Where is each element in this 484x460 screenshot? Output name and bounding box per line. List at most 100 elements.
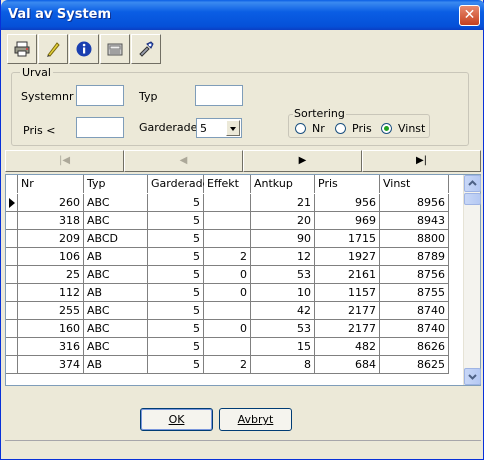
info-button[interactable] — [69, 34, 99, 64]
cell-antkup[interactable]: 53 — [251, 320, 315, 338]
cell-antkup[interactable]: 53 — [251, 266, 315, 284]
cell-antkup[interactable]: 12 — [251, 248, 315, 266]
cell-typ[interactable]: ABC — [84, 194, 148, 212]
table-row[interactable]: 209 ABCD 5 90 1715 8800 — [18, 230, 449, 248]
row-selector[interactable] — [6, 338, 18, 356]
cell-vinst[interactable]: 8943 — [380, 212, 449, 230]
cell-pris[interactable]: 1715 — [315, 230, 380, 248]
cell-nr[interactable]: 160 — [18, 320, 84, 338]
cell-garderade[interactable]: 5 — [148, 212, 204, 230]
nav-prev-button[interactable]: ◀ — [124, 150, 243, 172]
cell-effekt[interactable]: 2 — [204, 248, 251, 266]
table-row[interactable]: 255 ABC 5 42 2177 8740 — [18, 302, 449, 320]
cell-effekt[interactable]: 2 — [204, 356, 251, 374]
cell-vinst[interactable]: 8740 — [380, 302, 449, 320]
cell-pris[interactable]: 684 — [315, 356, 380, 374]
cell-vinst[interactable]: 8755 — [380, 284, 449, 302]
row-selector[interactable] — [6, 212, 18, 230]
tools-button[interactable] — [131, 34, 161, 64]
cell-garderade[interactable]: 5 — [148, 248, 204, 266]
table-row[interactable]: 316 ABC 5 15 482 8626 — [18, 338, 449, 356]
sort-radio-nr[interactable] — [295, 123, 306, 134]
cell-pris[interactable]: 1927 — [315, 248, 380, 266]
cell-antkup[interactable]: 10 — [251, 284, 315, 302]
cell-nr[interactable]: 318 — [18, 212, 84, 230]
cell-effekt[interactable]: 0 — [204, 284, 251, 302]
cell-vinst[interactable]: 8956 — [380, 194, 449, 212]
current-row-indicator-icon[interactable] — [6, 194, 18, 212]
table-row[interactable]: 112 AB 5 0 10 1157 8755 — [18, 284, 449, 302]
cell-garderade[interactable]: 5 — [148, 338, 204, 356]
cell-vinst[interactable]: 8626 — [380, 338, 449, 356]
cell-antkup[interactable]: 42 — [251, 302, 315, 320]
cell-garderade[interactable]: 5 — [148, 230, 204, 248]
cell-pris[interactable]: 2161 — [315, 266, 380, 284]
cell-pris[interactable]: 969 — [315, 212, 380, 230]
table-row[interactable]: 260 ABC 5 21 956 8956 — [18, 194, 449, 212]
row-selector[interactable] — [6, 356, 18, 374]
row-selector[interactable] — [6, 284, 18, 302]
table-row[interactable]: 25 ABC 5 0 53 2161 8756 — [18, 266, 449, 284]
cell-vinst[interactable]: 8756 — [380, 266, 449, 284]
cell-typ[interactable]: ABC — [84, 338, 148, 356]
row-selector[interactable] — [6, 248, 18, 266]
sort-radio-pris[interactable] — [335, 123, 346, 134]
cell-garderade[interactable]: 5 — [148, 284, 204, 302]
systems-grid[interactable]: Nr Typ Garderade Effekt Antkup Pris Vins… — [5, 174, 481, 386]
cell-pris[interactable]: 482 — [315, 338, 380, 356]
cell-typ[interactable]: ABC — [84, 320, 148, 338]
cell-antkup[interactable]: 90 — [251, 230, 315, 248]
close-button[interactable]: ✕ — [459, 5, 480, 26]
cell-nr[interactable]: 316 — [18, 338, 84, 356]
cell-nr[interactable]: 374 — [18, 356, 84, 374]
pris-input[interactable] — [76, 117, 124, 138]
cell-vinst[interactable]: 8625 — [380, 356, 449, 374]
column-header-antkup[interactable]: Antkup — [251, 175, 315, 193]
chevron-down-icon[interactable] — [226, 120, 240, 136]
row-selector[interactable] — [6, 302, 18, 320]
column-header-nr[interactable]: Nr — [18, 175, 84, 193]
cell-garderade[interactable]: 5 — [148, 266, 204, 284]
cell-typ[interactable]: AB — [84, 248, 148, 266]
scroll-thumb[interactable] — [464, 193, 481, 205]
vertical-scrollbar[interactable] — [463, 175, 481, 385]
table-row[interactable]: 160 ABC 5 0 53 2177 8740 — [18, 320, 449, 338]
calculate-button[interactable] — [100, 34, 130, 64]
cell-antkup[interactable]: 15 — [251, 338, 315, 356]
cell-antkup[interactable]: 8 — [251, 356, 315, 374]
table-row[interactable]: 318 ABC 5 20 969 8943 — [18, 212, 449, 230]
cell-effekt[interactable] — [204, 302, 251, 320]
table-row[interactable]: 106 AB 5 2 12 1927 8789 — [18, 248, 449, 266]
cell-typ[interactable]: AB — [84, 284, 148, 302]
sort-radio-vinst[interactable] — [381, 123, 392, 134]
typ-input[interactable] — [195, 85, 243, 106]
cell-antkup[interactable]: 21 — [251, 194, 315, 212]
cancel-button[interactable]: Avbryt — [219, 408, 292, 431]
nav-last-button[interactable]: ▶| — [362, 150, 481, 172]
cell-garderade[interactable]: 5 — [148, 320, 204, 338]
cell-nr[interactable]: 106 — [18, 248, 84, 266]
cell-garderade[interactable]: 5 — [148, 302, 204, 320]
garderade-select[interactable]: 5 — [196, 118, 242, 138]
cell-typ[interactable]: ABCD — [84, 230, 148, 248]
cell-vinst[interactable]: 8800 — [380, 230, 449, 248]
table-row[interactable]: 374 AB 5 2 8 684 8625 — [18, 356, 449, 374]
cell-nr[interactable]: 112 — [18, 284, 84, 302]
cell-nr[interactable]: 25 — [18, 266, 84, 284]
cell-garderade[interactable]: 5 — [148, 356, 204, 374]
edit-button[interactable] — [38, 34, 68, 64]
nav-first-button[interactable]: |◀ — [5, 150, 124, 172]
cell-pris[interactable]: 2177 — [315, 320, 380, 338]
print-button[interactable] — [7, 34, 37, 64]
cell-antkup[interactable]: 20 — [251, 212, 315, 230]
scroll-up-button[interactable] — [464, 175, 481, 192]
row-selector[interactable] — [6, 266, 18, 284]
column-header-effekt[interactable]: Effekt — [204, 175, 251, 193]
cell-effekt[interactable] — [204, 338, 251, 356]
cell-typ[interactable]: AB — [84, 356, 148, 374]
scroll-down-button[interactable] — [464, 368, 481, 385]
cell-effekt[interactable] — [204, 212, 251, 230]
cell-nr[interactable]: 255 — [18, 302, 84, 320]
cell-nr[interactable]: 209 — [18, 230, 84, 248]
cell-effekt[interactable]: 0 — [204, 320, 251, 338]
